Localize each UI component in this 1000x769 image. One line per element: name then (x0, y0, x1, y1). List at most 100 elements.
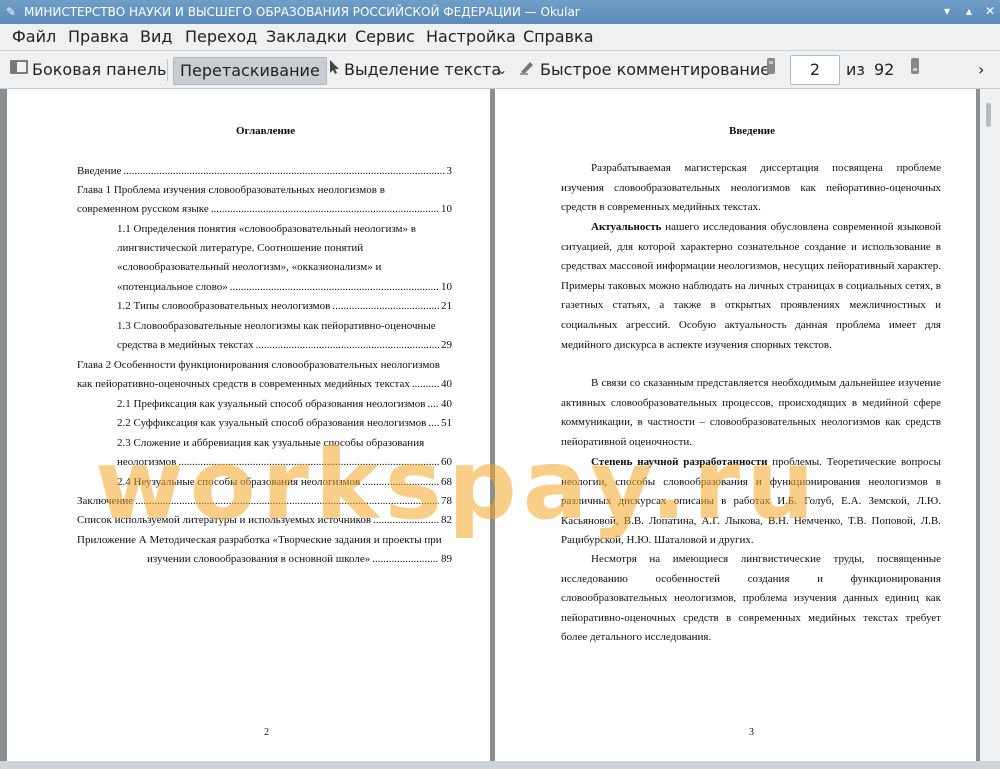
toolbar-separator (167, 59, 168, 81)
toc-entry-page: 10 (441, 281, 452, 293)
document-page-left: Оглавление Введение.....................… (7, 89, 490, 761)
toc-entry-text: лингвистической литературе. Соотношение … (117, 242, 364, 254)
toc-entry[interactable]: 2.2 Суффиксация как узуальный способ обр… (117, 417, 452, 430)
toc-entry-page: 21 (441, 300, 452, 312)
toc-leader-dots: ........................................… (229, 281, 439, 293)
next-page-button[interactable] (910, 57, 920, 83)
sidebar-icon (10, 57, 28, 83)
toc-leader-dots: ........................................… (255, 339, 439, 351)
toc-entry[interactable]: неологизмов.............................… (117, 456, 452, 469)
toc-entry[interactable]: Глава 1 Проблема изучения словообразоват… (77, 184, 385, 197)
toc-leader-dots: ........................................… (135, 495, 439, 507)
paragraph-text: В связи со сказанным представляется необ… (561, 377, 941, 448)
previous-page-button[interactable] (766, 57, 776, 83)
toc-entry[interactable]: 1.3 Словообразовательные неологизмы как … (117, 320, 436, 333)
vertical-scrollbar[interactable] (980, 89, 1000, 761)
text-select-tool-button[interactable]: Выделение текста (328, 57, 501, 83)
page-total-label: 92 (874, 60, 895, 79)
bottom-edge (0, 761, 1000, 769)
menu-edit[interactable]: Правка (68, 27, 129, 46)
browse-tool-button[interactable]: Перетаскивание (173, 57, 327, 85)
toc-entry[interactable]: 2.1 Префиксация как узуальный способ обр… (117, 398, 452, 411)
toc-heading: Оглавление (236, 125, 296, 137)
toc-entry-text: современном русском языке (77, 203, 209, 215)
document-viewer[interactable]: Оглавление Введение.....................… (0, 89, 1000, 761)
toc-entry-page: 68 (441, 476, 452, 488)
toc-leader-dots: ........................................… (428, 417, 439, 429)
intro-heading: Введение (729, 125, 776, 137)
toc-entry-page: 89 (441, 553, 452, 565)
toc-entry-text: как пейоративно-оценочных средств в совр… (77, 378, 410, 390)
toc-entry-text: Приложение А Методическая разработка «Тв… (77, 534, 442, 546)
paragraph-lead: Степень научной разработанности (591, 456, 768, 468)
text-select-dropdown[interactable]: ⌄ (497, 57, 507, 83)
quick-annotation-button[interactable]: Быстрое комментирование (518, 57, 770, 83)
toc-entry[interactable]: лингвистической литературе. Соотношение … (117, 242, 363, 255)
menu-file[interactable]: Файл (12, 27, 56, 46)
toc-entry[interactable]: современном русском языке...............… (77, 203, 452, 216)
paragraph-text: нашего исследования обусловлена современ… (561, 221, 941, 351)
toc-entry[interactable]: «потенциальное слово»...................… (117, 281, 452, 294)
minimize-icon[interactable]: ▾ (940, 4, 954, 18)
toc-entry[interactable]: средства в медийных текстах.............… (117, 339, 452, 352)
toc-entry-text: 2.2 Суффиксация как узуальный способ обр… (117, 417, 427, 429)
toc-entry-text: 2.4 Неузуальные способы образования неол… (117, 476, 361, 488)
toc-entry-page: 51 (441, 417, 452, 429)
toc-entry-text: «словообразовательный неологизм», «окказ… (117, 261, 382, 273)
maximize-icon[interactable]: ▴ (962, 4, 976, 18)
toc-entry-text: Введение (77, 165, 122, 177)
main-toolbar: Боковая панель Перетаскивание Выделение … (0, 51, 1000, 89)
quick-annotation-label: Быстрое комментирование (540, 60, 771, 79)
close-icon[interactable]: ✕ (983, 4, 997, 18)
toc-entry-text: средства в медийных текстах (117, 339, 254, 351)
toc-entry[interactable]: 1.2 Типы словообразовательных неологизмо… (117, 300, 452, 313)
sidebar-toggle-button[interactable]: Боковая панель (10, 57, 166, 83)
toc-entry[interactable]: 2.3 Сложение и аббревиация как узуальные… (117, 437, 424, 450)
menu-settings[interactable]: Настройка (426, 27, 516, 46)
toc-entry-page: 40 (441, 398, 452, 410)
toc-entry-page: 10 (441, 203, 452, 215)
next-page-icon (910, 58, 920, 79)
toc-leader-dots: ........................................… (210, 203, 439, 215)
toc-entry[interactable]: Список используемой литературы и использ… (77, 514, 452, 527)
okular-app-icon: ✎ (6, 5, 17, 19)
toc-entry[interactable]: Заключение..............................… (77, 495, 452, 508)
chevron-down-icon: ⌄ (497, 63, 508, 77)
toc-entry-page: 40 (441, 378, 452, 390)
toc-entry-text: «потенциальное слово» (117, 281, 228, 293)
toc-entry-page: 3 (446, 165, 453, 177)
menu-bookmarks[interactable]: Закладки (266, 27, 347, 46)
toc-entry[interactable]: изучении словообразования в основной шко… (147, 553, 452, 566)
menu-help[interactable]: Справка (523, 27, 594, 46)
menu-bar: Файл Правка Вид Переход Закладки Сервис … (0, 24, 1000, 50)
menu-tools[interactable]: Сервис (355, 27, 415, 46)
toolbar-overflow-button[interactable]: › (978, 57, 984, 83)
paragraph: Степень научной разработанности проблемы… (561, 453, 941, 551)
menu-go[interactable]: Переход (185, 27, 257, 46)
page-number-input[interactable]: 2 (790, 55, 840, 85)
toc-leader-dots: ........................................… (372, 553, 439, 565)
paragraph: В связи со сказанным представляется необ… (561, 374, 941, 452)
toc-leader-dots: ........................................… (362, 476, 439, 488)
toc-entry[interactable]: как пейоративно-оценочных средств в совр… (77, 378, 452, 391)
menu-view[interactable]: Вид (140, 27, 172, 46)
toc-entry[interactable]: Приложение А Методическая разработка «Тв… (77, 534, 442, 547)
paragraph: Несмотря на имеющиеся лингвистические тр… (561, 550, 941, 648)
page-number-left: 2 (264, 727, 269, 738)
toc-entry[interactable]: 2.4 Неузуальные способы образования неол… (117, 476, 452, 489)
toc-entry[interactable]: Введение................................… (77, 165, 452, 178)
toc-leader-dots: ........................................… (178, 456, 439, 468)
scrollbar-thumb[interactable] (986, 103, 991, 127)
toc-entry-text: Глава 1 Проблема изучения словообразоват… (77, 184, 385, 196)
toc-entry-text: 2.3 Сложение и аббревиация как узуальные… (117, 437, 425, 449)
toc-entry[interactable]: «словообразовательный неологизм», «окказ… (117, 261, 381, 274)
toc-leader-dots: ........................................… (373, 514, 439, 526)
toc-leader-dots: ........................................… (332, 300, 439, 312)
toc-entry[interactable]: 1.1 Определения понятия «словообразовате… (117, 223, 416, 236)
toc-entry[interactable]: Глава 2 Особенности функционирования сло… (77, 359, 440, 372)
document-page-right: Введение Разрабатываемая магистерская ди… (495, 89, 976, 761)
toc-entry-text: Глава 2 Особенности функционирования сло… (77, 359, 440, 371)
toc-entry-text: 1.2 Типы словообразовательных неологизмо… (117, 300, 331, 312)
window-titlebar[interactable]: ✎ МИНИСТЕРСТВО НАУКИ И ВЫСШЕГО ОБРАЗОВАН… (0, 0, 1000, 24)
paragraph-text: проблемы. Теоретические вопросы неологии… (561, 456, 941, 547)
